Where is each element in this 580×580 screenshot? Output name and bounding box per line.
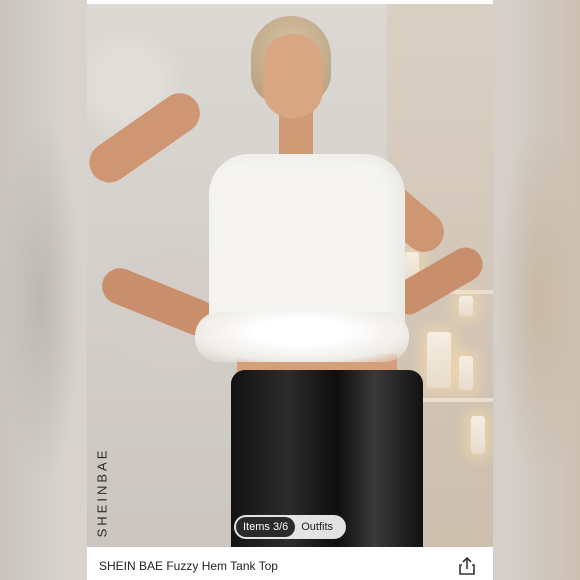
- fuzzy-hem: [195, 312, 409, 362]
- tank-top: [209, 154, 405, 324]
- candle: [459, 296, 473, 316]
- share-icon: [459, 557, 475, 575]
- tab-outfits[interactable]: Outfits: [295, 521, 339, 533]
- candle: [459, 356, 473, 390]
- candle: [427, 332, 451, 388]
- brand-watermark-text: SHEINBAE: [94, 447, 110, 537]
- share-button[interactable]: [457, 556, 477, 576]
- product-card: SHEINBAE Items 3/6 Outfits SHEIN BAE Fuz…: [87, 0, 493, 580]
- tab-outfits-label: Outfits: [301, 521, 334, 533]
- model-face: [263, 34, 323, 118]
- candle: [471, 416, 485, 454]
- brand-watermark: SHEINBAE: [91, 442, 113, 542]
- tab-items-label: Items 3/6: [243, 521, 289, 533]
- product-title: SHEIN BAE Fuzzy Hem Tank Top: [99, 559, 278, 573]
- product-photo[interactable]: SHEINBAE Items 3/6 Outfits: [87, 4, 493, 547]
- tab-items[interactable]: Items 3/6: [236, 517, 296, 537]
- gallery-switcher: Items 3/6 Outfits: [234, 515, 346, 539]
- product-caption: SHEIN BAE Fuzzy Hem Tank Top: [87, 547, 493, 580]
